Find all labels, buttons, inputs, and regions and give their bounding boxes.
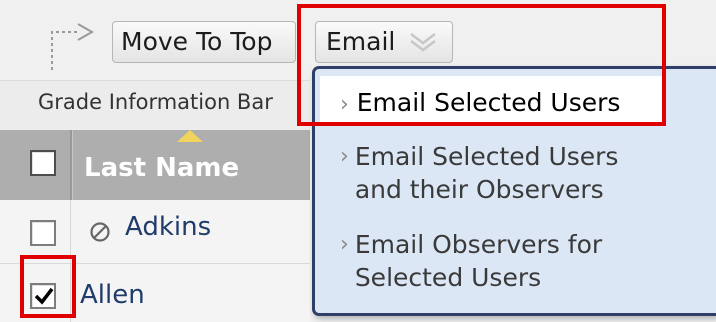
unavailable-icon — [90, 222, 110, 242]
menu-item-label: Email Observers for Selected Users — [354, 230, 603, 292]
menu-item-email-selected-users-and-observers[interactable]: › Email Selected Users and their Observe… — [340, 140, 618, 206]
chevron-right-icon: › — [340, 232, 349, 257]
callout-box-email — [297, 4, 666, 126]
row-checkbox-adkins[interactable] — [30, 220, 56, 246]
select-all-checkbox[interactable] — [30, 150, 56, 176]
column-header-last-name[interactable]: Last Name — [84, 153, 239, 183]
user-link-adkins[interactable]: Adkins — [125, 212, 211, 242]
header-column-divider — [70, 130, 73, 200]
sort-ascending-icon — [177, 130, 203, 142]
user-link-allen[interactable]: Allen — [80, 280, 145, 310]
menu-item-label: Email Selected Users and their Observers — [354, 142, 619, 204]
selected-items-arrow-icon — [51, 23, 95, 70]
move-to-top-button[interactable]: Move To Top — [112, 21, 296, 63]
chevron-right-icon: › — [340, 144, 349, 169]
callout-box-checkbox — [20, 255, 76, 318]
grade-information-bar-label[interactable]: Grade Information Bar — [38, 90, 310, 114]
menu-item-email-observers-for-selected-users[interactable]: › Email Observers for Selected Users — [340, 228, 602, 294]
move-to-top-label: Move To Top — [121, 27, 273, 56]
